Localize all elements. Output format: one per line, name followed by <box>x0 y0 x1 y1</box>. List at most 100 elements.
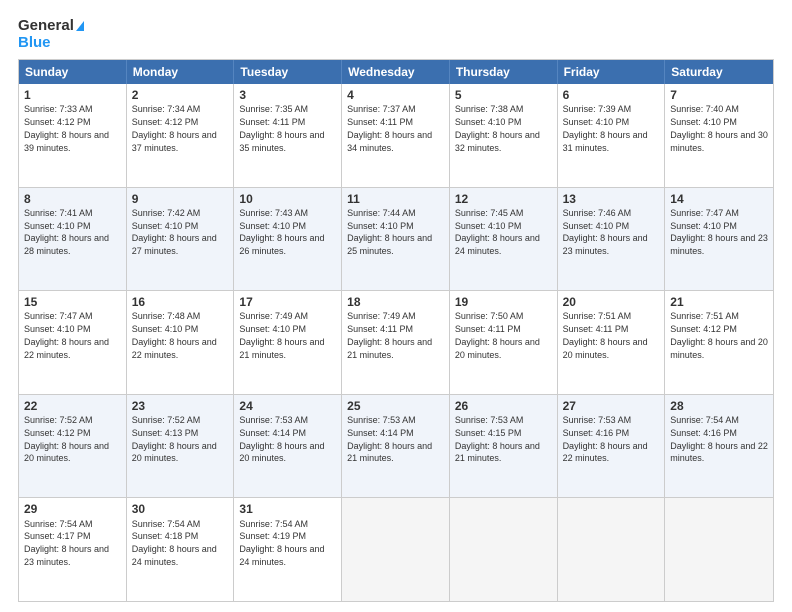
day-info: Sunrise: 7:37 AMSunset: 4:11 PMDaylight:… <box>347 104 432 152</box>
day-info: Sunrise: 7:44 AMSunset: 4:10 PMDaylight:… <box>347 208 432 256</box>
calendar-header: SundayMondayTuesdayWednesdayThursdayFrid… <box>19 60 773 84</box>
calendar-week-row: 15 Sunrise: 7:47 AMSunset: 4:10 PMDaylig… <box>19 290 773 394</box>
calendar-empty-cell <box>665 498 773 601</box>
calendar-day-cell: 8 Sunrise: 7:41 AMSunset: 4:10 PMDayligh… <box>19 188 127 291</box>
day-number: 28 <box>670 398 768 414</box>
day-info: Sunrise: 7:54 AMSunset: 4:17 PMDaylight:… <box>24 519 109 567</box>
day-number: 10 <box>239 191 336 207</box>
calendar-day-cell: 17 Sunrise: 7:49 AMSunset: 4:10 PMDaylig… <box>234 291 342 394</box>
day-number: 19 <box>455 294 552 310</box>
day-number: 25 <box>347 398 444 414</box>
day-number: 17 <box>239 294 336 310</box>
calendar-day-cell: 7 Sunrise: 7:40 AMSunset: 4:10 PMDayligh… <box>665 84 773 187</box>
day-number: 2 <box>132 87 229 103</box>
day-number: 26 <box>455 398 552 414</box>
day-of-week-header: Wednesday <box>342 60 450 84</box>
calendar-week-row: 29 Sunrise: 7:54 AMSunset: 4:17 PMDaylig… <box>19 497 773 601</box>
day-info: Sunrise: 7:49 AMSunset: 4:10 PMDaylight:… <box>239 311 324 359</box>
calendar: SundayMondayTuesdayWednesdayThursdayFrid… <box>18 59 774 602</box>
calendar-day-cell: 25 Sunrise: 7:53 AMSunset: 4:14 PMDaylig… <box>342 395 450 498</box>
day-number: 7 <box>670 87 768 103</box>
calendar-day-cell: 14 Sunrise: 7:47 AMSunset: 4:10 PMDaylig… <box>665 188 773 291</box>
day-number: 8 <box>24 191 121 207</box>
calendar-day-cell: 15 Sunrise: 7:47 AMSunset: 4:10 PMDaylig… <box>19 291 127 394</box>
calendar-day-cell: 27 Sunrise: 7:53 AMSunset: 4:16 PMDaylig… <box>558 395 666 498</box>
calendar-day-cell: 11 Sunrise: 7:44 AMSunset: 4:10 PMDaylig… <box>342 188 450 291</box>
day-info: Sunrise: 7:51 AMSunset: 4:11 PMDaylight:… <box>563 311 648 359</box>
day-info: Sunrise: 7:51 AMSunset: 4:12 PMDaylight:… <box>670 311 768 359</box>
calendar-day-cell: 2 Sunrise: 7:34 AMSunset: 4:12 PMDayligh… <box>127 84 235 187</box>
day-info: Sunrise: 7:34 AMSunset: 4:12 PMDaylight:… <box>132 104 217 152</box>
day-info: Sunrise: 7:38 AMSunset: 4:10 PMDaylight:… <box>455 104 540 152</box>
calendar-week-row: 1 Sunrise: 7:33 AMSunset: 4:12 PMDayligh… <box>19 84 773 187</box>
day-info: Sunrise: 7:52 AMSunset: 4:12 PMDaylight:… <box>24 415 109 463</box>
day-number: 24 <box>239 398 336 414</box>
calendar-empty-cell <box>450 498 558 601</box>
day-of-week-header: Saturday <box>665 60 773 84</box>
day-number: 11 <box>347 191 444 207</box>
calendar-day-cell: 9 Sunrise: 7:42 AMSunset: 4:10 PMDayligh… <box>127 188 235 291</box>
day-info: Sunrise: 7:53 AMSunset: 4:14 PMDaylight:… <box>347 415 432 463</box>
calendar-day-cell: 30 Sunrise: 7:54 AMSunset: 4:18 PMDaylig… <box>127 498 235 601</box>
day-of-week-header: Tuesday <box>234 60 342 84</box>
day-number: 18 <box>347 294 444 310</box>
day-number: 9 <box>132 191 229 207</box>
day-number: 22 <box>24 398 121 414</box>
day-number: 14 <box>670 191 768 207</box>
day-number: 27 <box>563 398 660 414</box>
day-info: Sunrise: 7:42 AMSunset: 4:10 PMDaylight:… <box>132 208 217 256</box>
day-info: Sunrise: 7:47 AMSunset: 4:10 PMDaylight:… <box>24 311 109 359</box>
day-info: Sunrise: 7:43 AMSunset: 4:10 PMDaylight:… <box>239 208 324 256</box>
day-info: Sunrise: 7:45 AMSunset: 4:10 PMDaylight:… <box>455 208 540 256</box>
day-of-week-header: Thursday <box>450 60 558 84</box>
day-info: Sunrise: 7:53 AMSunset: 4:15 PMDaylight:… <box>455 415 540 463</box>
calendar-body: 1 Sunrise: 7:33 AMSunset: 4:12 PMDayligh… <box>19 84 773 601</box>
day-number: 3 <box>239 87 336 103</box>
logo: General Blue <box>18 18 84 51</box>
calendar-day-cell: 13 Sunrise: 7:46 AMSunset: 4:10 PMDaylig… <box>558 188 666 291</box>
day-info: Sunrise: 7:49 AMSunset: 4:11 PMDaylight:… <box>347 311 432 359</box>
calendar-day-cell: 4 Sunrise: 7:37 AMSunset: 4:11 PMDayligh… <box>342 84 450 187</box>
calendar-day-cell: 1 Sunrise: 7:33 AMSunset: 4:12 PMDayligh… <box>19 84 127 187</box>
day-number: 13 <box>563 191 660 207</box>
day-number: 21 <box>670 294 768 310</box>
day-of-week-header: Friday <box>558 60 666 84</box>
calendar-day-cell: 28 Sunrise: 7:54 AMSunset: 4:16 PMDaylig… <box>665 395 773 498</box>
day-info: Sunrise: 7:39 AMSunset: 4:10 PMDaylight:… <box>563 104 648 152</box>
calendar-empty-cell <box>342 498 450 601</box>
day-number: 29 <box>24 501 121 517</box>
calendar-day-cell: 24 Sunrise: 7:53 AMSunset: 4:14 PMDaylig… <box>234 395 342 498</box>
header: General Blue <box>18 18 774 51</box>
day-of-week-header: Sunday <box>19 60 127 84</box>
calendar-day-cell: 21 Sunrise: 7:51 AMSunset: 4:12 PMDaylig… <box>665 291 773 394</box>
calendar-empty-cell <box>558 498 666 601</box>
day-info: Sunrise: 7:40 AMSunset: 4:10 PMDaylight:… <box>670 104 768 152</box>
day-number: 16 <box>132 294 229 310</box>
day-info: Sunrise: 7:41 AMSunset: 4:10 PMDaylight:… <box>24 208 109 256</box>
day-number: 31 <box>239 501 336 517</box>
calendar-day-cell: 22 Sunrise: 7:52 AMSunset: 4:12 PMDaylig… <box>19 395 127 498</box>
calendar-day-cell: 29 Sunrise: 7:54 AMSunset: 4:17 PMDaylig… <box>19 498 127 601</box>
day-info: Sunrise: 7:54 AMSunset: 4:16 PMDaylight:… <box>670 415 768 463</box>
calendar-day-cell: 6 Sunrise: 7:39 AMSunset: 4:10 PMDayligh… <box>558 84 666 187</box>
calendar-day-cell: 3 Sunrise: 7:35 AMSunset: 4:11 PMDayligh… <box>234 84 342 187</box>
calendar-day-cell: 12 Sunrise: 7:45 AMSunset: 4:10 PMDaylig… <box>450 188 558 291</box>
day-number: 1 <box>24 87 121 103</box>
day-info: Sunrise: 7:48 AMSunset: 4:10 PMDaylight:… <box>132 311 217 359</box>
day-info: Sunrise: 7:52 AMSunset: 4:13 PMDaylight:… <box>132 415 217 463</box>
day-number: 23 <box>132 398 229 414</box>
calendar-week-row: 8 Sunrise: 7:41 AMSunset: 4:10 PMDayligh… <box>19 187 773 291</box>
calendar-day-cell: 20 Sunrise: 7:51 AMSunset: 4:11 PMDaylig… <box>558 291 666 394</box>
page: General Blue SundayMondayTuesdayWednesda… <box>0 0 792 612</box>
calendar-day-cell: 10 Sunrise: 7:43 AMSunset: 4:10 PMDaylig… <box>234 188 342 291</box>
calendar-day-cell: 23 Sunrise: 7:52 AMSunset: 4:13 PMDaylig… <box>127 395 235 498</box>
day-info: Sunrise: 7:35 AMSunset: 4:11 PMDaylight:… <box>239 104 324 152</box>
calendar-day-cell: 31 Sunrise: 7:54 AMSunset: 4:19 PMDaylig… <box>234 498 342 601</box>
day-info: Sunrise: 7:53 AMSunset: 4:14 PMDaylight:… <box>239 415 324 463</box>
logo-text: General Blue <box>18 18 84 51</box>
day-of-week-header: Monday <box>127 60 235 84</box>
calendar-day-cell: 19 Sunrise: 7:50 AMSunset: 4:11 PMDaylig… <box>450 291 558 394</box>
day-info: Sunrise: 7:50 AMSunset: 4:11 PMDaylight:… <box>455 311 540 359</box>
day-number: 15 <box>24 294 121 310</box>
calendar-week-row: 22 Sunrise: 7:52 AMSunset: 4:12 PMDaylig… <box>19 394 773 498</box>
